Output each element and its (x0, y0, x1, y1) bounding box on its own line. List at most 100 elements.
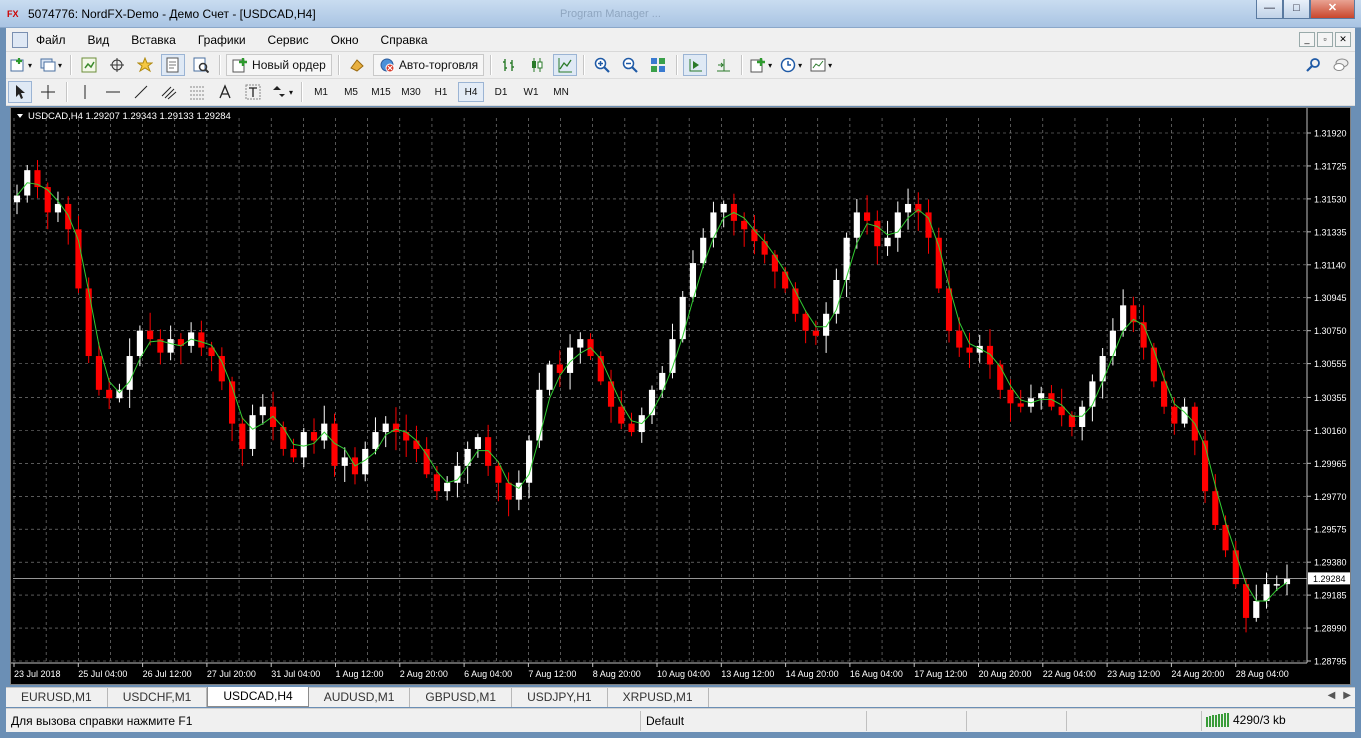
toolbar-separator (741, 55, 743, 75)
candle-bull (249, 415, 256, 449)
child-close-button[interactable]: ✕ (1335, 32, 1351, 47)
terminal-button[interactable] (161, 54, 186, 76)
y-tick-label: 1.30555 (1314, 359, 1347, 369)
bar-chart-button[interactable] (497, 54, 521, 76)
y-tick-label: 1.29770 (1314, 492, 1347, 502)
tabs-scroll-left-icon[interactable]: ◀ (1328, 690, 1336, 701)
tab-audusd[interactable]: AUDUSD,M1 (309, 688, 411, 707)
candle-bear (966, 347, 973, 353)
text-label-button[interactable] (241, 81, 265, 103)
metaeditor-button[interactable] (345, 54, 369, 76)
menu-insert[interactable]: Вставка (131, 28, 188, 52)
chart-window-icon[interactable] (12, 32, 28, 48)
x-tick-label: 22 Aug 04:00 (1043, 669, 1096, 679)
candle-bear (1201, 440, 1209, 492)
price-chart[interactable]: 1.31920 1.31725 1.31530 1.31335 1.31140 1.309… (11, 108, 1351, 685)
chart-shift-button[interactable] (711, 54, 735, 76)
x-tick-label: 14 Aug 20:00 (786, 669, 839, 679)
chart-window[interactable]: 1.31920 1.31725 1.31530 1.31335 1.31140 1.309… (10, 107, 1351, 685)
timeframe-m30[interactable]: M30 (398, 82, 424, 102)
y-tick-label: 1.30750 (1314, 326, 1347, 336)
zoom-out-button[interactable] (618, 54, 642, 76)
candle-bear (618, 406, 625, 424)
timeframe-h4[interactable]: H4 (458, 82, 485, 102)
chat-button[interactable] (1329, 54, 1353, 76)
clock-icon (780, 57, 796, 73)
new-chart-button[interactable]: ▾ (8, 54, 34, 76)
app-logo-icon: FX (7, 9, 19, 19)
tab-gbpusd[interactable]: GBPUSD,M1 (410, 688, 513, 707)
maximize-button[interactable]: □ (1283, 0, 1310, 19)
tabs-scroll-right-icon[interactable]: ▶ (1343, 690, 1351, 701)
timeframe-h1[interactable]: H1 (428, 82, 454, 102)
tab-eurusd[interactable]: EURUSD,M1 (6, 688, 108, 707)
timeframe-m1[interactable]: M1 (308, 82, 334, 102)
child-restore-button[interactable]: ▫ (1317, 32, 1333, 47)
menu-file[interactable]: Файл (36, 28, 78, 52)
timeframe-m5[interactable]: M5 (338, 82, 364, 102)
tab-usdcad[interactable]: USDCAD,H4 (207, 687, 309, 707)
menu-tools[interactable]: Сервис (268, 28, 321, 52)
menu-view[interactable]: Вид (88, 28, 122, 52)
timeframe-mn[interactable]: MN (548, 82, 574, 102)
zoom-out-icon (622, 57, 638, 73)
candle-bull (1099, 356, 1106, 382)
metaeditor-icon (350, 59, 364, 72)
menu-charts[interactable]: Графики (198, 28, 258, 52)
minimize-button[interactable]: — (1256, 0, 1283, 19)
drawing-toolbar: ▾ M1 M5 M15 M30 H1 H4 D1 W1 MN (6, 79, 1355, 106)
candle-bull (300, 432, 307, 458)
tile-windows-button[interactable] (646, 54, 670, 76)
background-window-title: Program Manager ... (560, 8, 661, 20)
vertical-line-button[interactable] (73, 81, 97, 103)
close-button[interactable]: ✕ (1310, 0, 1355, 19)
equidistant-channel-button[interactable] (157, 81, 181, 103)
toolbar-separator (583, 55, 585, 75)
y-tick-label: 1.31140 (1314, 260, 1346, 270)
new-order-button[interactable]: Новый ордер (226, 54, 332, 76)
candle-bull (546, 364, 553, 390)
candle-bear (495, 465, 502, 483)
auto-scroll-button[interactable] (683, 54, 708, 76)
line-chart-button[interactable] (553, 54, 578, 76)
auto-trading-button[interactable]: Авто-торговля (372, 54, 485, 76)
toolbar-separator (219, 55, 221, 75)
market-watch-button[interactable] (77, 54, 101, 76)
menu-help[interactable]: Справка (381, 28, 440, 52)
search-icon (1306, 58, 1320, 72)
timeframe-w1[interactable]: W1 (518, 82, 544, 102)
timeframe-m15[interactable]: M15 (368, 82, 394, 102)
trendline-button[interactable] (129, 81, 153, 103)
menu-bar: Файл Вид Вставка Графики Сервис Окно Спр… (6, 28, 1355, 52)
child-minimize-button[interactable]: _ (1299, 32, 1315, 47)
navigator-button[interactable] (133, 54, 157, 76)
strategy-tester-button[interactable] (189, 54, 213, 76)
crosshair-tool-button[interactable] (36, 81, 60, 103)
periods-button[interactable]: ▾ (778, 54, 804, 76)
zoom-in-button[interactable] (590, 54, 614, 76)
data-window-button[interactable] (105, 54, 129, 76)
candle-bull (1079, 406, 1086, 427)
candle-bear (802, 313, 809, 331)
horizontal-line-button[interactable] (101, 81, 125, 103)
connection-traffic: 4290/3 kb (1233, 713, 1286, 727)
search-button[interactable] (1301, 54, 1325, 76)
profiles-button[interactable]: ▾ (38, 54, 64, 76)
candle-bear (761, 241, 768, 255)
timeframe-d1[interactable]: D1 (488, 82, 514, 102)
fibonacci-button[interactable] (185, 81, 209, 103)
x-tick-label: 2 Aug 20:00 (400, 669, 448, 679)
cursor-tool-button[interactable] (8, 81, 32, 103)
connection-status[interactable]: 4290/3 kb (1206, 713, 1286, 727)
arrows-button[interactable]: ▾ (269, 81, 295, 103)
candlestick-button[interactable] (525, 54, 549, 76)
templates-button[interactable]: ▾ (808, 54, 834, 76)
new-order-icon (232, 58, 248, 73)
trendline-icon (134, 85, 148, 99)
tab-xrpusd[interactable]: XRPUSD,M1 (608, 688, 709, 707)
menu-window[interactable]: Окно (331, 28, 371, 52)
tab-usdjpy[interactable]: USDJPY,H1 (512, 688, 608, 707)
text-tool-button[interactable] (213, 81, 237, 103)
indicators-button[interactable]: ▾ (748, 54, 774, 76)
tab-usdchf[interactable]: USDCHF,M1 (108, 688, 208, 707)
